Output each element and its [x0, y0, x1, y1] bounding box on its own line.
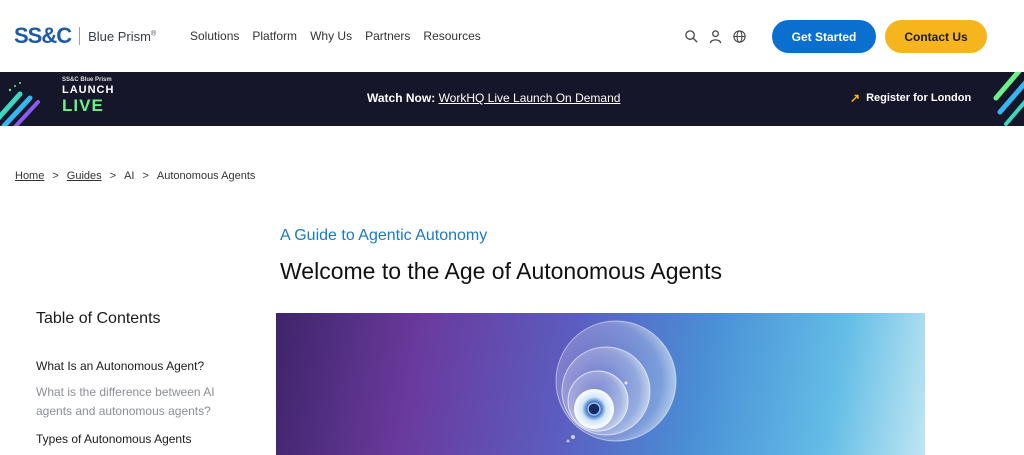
- logo-divider: [79, 27, 81, 45]
- decorative-stripes-right: [993, 72, 1024, 126]
- breadcrumb-separator: >: [142, 170, 149, 182]
- decorative-stripes-left: [0, 82, 40, 126]
- register-link[interactable]: ↗ Register for London: [850, 91, 971, 105]
- breadcrumb-current: Autonomous Agents: [156, 170, 256, 182]
- watch-now-text: Watch Now: WorkHQ Live Launch On Demand: [367, 91, 620, 105]
- page-title: Welcome to the Age of Autonomous Agents: [280, 258, 722, 284]
- watch-now-link[interactable]: WorkHQ Live Launch On Demand: [439, 91, 621, 105]
- watch-now-label: Watch Now:: [367, 91, 436, 105]
- breadcrumb-ai: AI: [124, 170, 135, 182]
- nav-partners[interactable]: Partners: [365, 29, 410, 43]
- breadcrumb: Home > Guides > AI > Autonomous Agents: [15, 170, 255, 182]
- logo-text: Blue Prism®: [88, 28, 157, 44]
- toc-item-types[interactable]: Types of Autonomous Agents: [36, 430, 191, 449]
- breadcrumb-guides[interactable]: Guides: [67, 170, 102, 182]
- logo[interactable]: SS&C Blue Prism®: [14, 23, 156, 49]
- header-icons: [684, 29, 747, 44]
- logo-mark: SS&C: [14, 23, 72, 48]
- badge-live: LIVE: [62, 96, 104, 115]
- promo-banner: SS&C Blue Prism LAUNCH LIVE Watch Now: W…: [0, 72, 1024, 126]
- get-started-button[interactable]: Get Started: [772, 20, 876, 53]
- arrow-up-right-icon: ↗: [850, 91, 861, 105]
- launch-live-badge[interactable]: SS&C Blue Prism LAUNCH LIVE: [62, 77, 114, 114]
- toc-item-difference[interactable]: What is the difference between AI agents…: [36, 383, 226, 421]
- nav-resources[interactable]: Resources: [423, 29, 480, 43]
- hero-orb-illustration: [555, 320, 677, 443]
- breadcrumb-separator: >: [109, 170, 117, 182]
- globe-icon[interactable]: [732, 29, 747, 44]
- breadcrumb-separator: >: [52, 170, 59, 182]
- user-icon[interactable]: [708, 29, 723, 44]
- nav-why-us[interactable]: Why Us: [310, 29, 352, 43]
- nav-solutions[interactable]: Solutions: [190, 29, 239, 43]
- hero-image: [276, 313, 925, 455]
- main-nav: Solutions Platform Why Us Partners Resou…: [190, 29, 494, 43]
- toc-item-what-is[interactable]: What Is an Autonomous Agent?: [36, 357, 204, 376]
- search-icon[interactable]: [684, 29, 699, 44]
- toc-title: Table of Contents: [36, 310, 161, 327]
- site-header: SS&C Blue Prism® Solutions Platform Why …: [0, 0, 1024, 72]
- badge-brand: SS&C Blue Prism: [62, 77, 112, 83]
- badge-launch: LAUNCH: [62, 84, 115, 96]
- breadcrumb-home[interactable]: Home: [15, 170, 44, 182]
- register-label: Register for London: [866, 92, 972, 104]
- contact-us-button[interactable]: Contact Us: [885, 20, 987, 53]
- nav-platform[interactable]: Platform: [252, 29, 297, 43]
- page-eyebrow: A Guide to Agentic Autonomy: [280, 227, 488, 244]
